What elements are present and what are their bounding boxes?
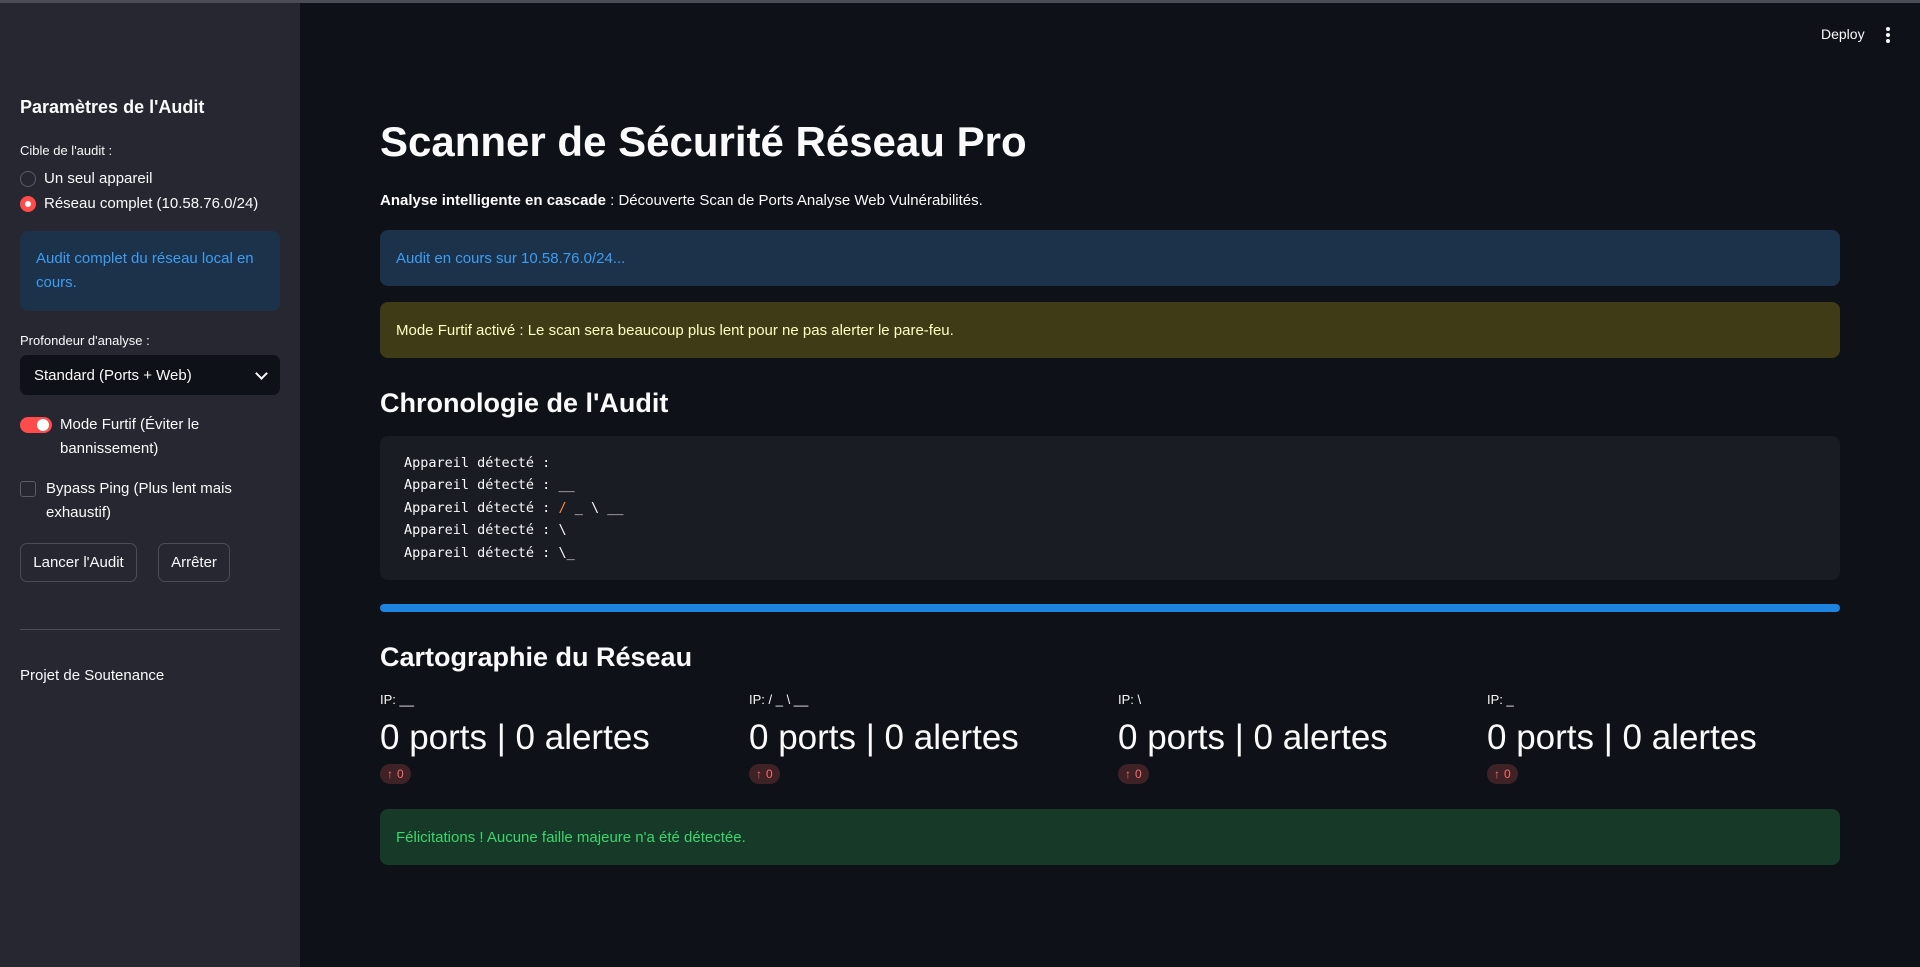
bypass-ping-label: Bypass Ping (Plus lent mais exhaustif) bbox=[46, 480, 232, 521]
host-metric: IP: __ 0 ports | 0 alertes ↑ 0 bbox=[380, 692, 740, 784]
bypass-ping-checkbox[interactable] bbox=[20, 481, 36, 497]
metric-delta-badge: ↑ 0 bbox=[1118, 764, 1149, 784]
sidebar-info-alert: Audit complet du réseau local en cours. bbox=[20, 231, 280, 311]
metric-delta-badge: ↑ 0 bbox=[380, 764, 411, 784]
arrow-up-icon: ↑ bbox=[756, 767, 762, 781]
log-line: Appareil détecté : \_ bbox=[404, 544, 575, 561]
progress-fill bbox=[380, 604, 1840, 612]
info-alert: Audit en cours sur 10.58.76.0/24... bbox=[380, 230, 1840, 286]
stop-button[interactable]: Arrêter bbox=[158, 543, 230, 582]
sidebar: Paramètres de l'Audit Cible de l'audit :… bbox=[0, 3, 300, 967]
deploy-button[interactable]: Deploy bbox=[1821, 26, 1865, 42]
log-line: Appareil détecté : \ bbox=[404, 522, 567, 539]
metric-value: 0 ports | 0 alertes bbox=[749, 718, 1019, 757]
stealth-toggle[interactable] bbox=[20, 417, 52, 433]
host-metric: IP: / _ \ __ 0 ports | 0 alertes ↑ 0 bbox=[749, 692, 1109, 784]
chevron-down-icon bbox=[255, 366, 268, 380]
sidebar-divider bbox=[20, 629, 280, 630]
metric-delta-badge: ↑ 0 bbox=[1487, 764, 1518, 784]
kebab-menu-icon[interactable] bbox=[1886, 27, 1890, 45]
log-line: Appareil détecté : bbox=[404, 455, 551, 471]
metric-value: 0 ports | 0 alertes bbox=[380, 718, 650, 757]
radio-circle-selected[interactable] bbox=[20, 195, 36, 212]
timeline-heading: Chronologie de l'Audit bbox=[380, 388, 669, 418]
map-heading: Cartographie du Réseau bbox=[380, 642, 693, 672]
radio-full-network[interactable]: Réseau complet (10.58.76.0/24) bbox=[20, 195, 258, 212]
metric-value: 0 ports | 0 alertes bbox=[1118, 718, 1388, 757]
arrow-up-icon: ↑ bbox=[1125, 767, 1131, 781]
audit-log: Appareil détecté : Appareil détecté : __… bbox=[380, 436, 1840, 580]
page-title: Scanner de Sécurité Réseau Pro bbox=[380, 118, 1027, 165]
arrow-up-icon: ↑ bbox=[387, 767, 393, 781]
radio-single-device[interactable]: Un seul appareil bbox=[20, 170, 152, 187]
metric-ip-label: IP: _ bbox=[1487, 692, 1514, 707]
target-label: Cible de l'audit : bbox=[20, 143, 113, 158]
radio-circle[interactable] bbox=[20, 170, 36, 187]
metric-value: 0 ports | 0 alertes bbox=[1487, 718, 1757, 757]
host-metric: IP: \ 0 ports | 0 alertes ↑ 0 bbox=[1118, 692, 1478, 784]
arrow-up-icon: ↑ bbox=[1494, 767, 1500, 781]
radio-label: Réseau complet (10.58.76.0/24) bbox=[44, 195, 259, 212]
stealth-label: Mode Furtif (Éviter le bannissement) bbox=[60, 416, 200, 457]
sidebar-title: Paramètres de l'Audit bbox=[20, 97, 205, 117]
metric-ip-label: IP: \ bbox=[1118, 692, 1142, 707]
start-audit-button[interactable]: Lancer l'Audit bbox=[20, 543, 137, 582]
page-subtitle: Analyse intelligente en cascade : Découv… bbox=[380, 192, 983, 209]
subtitle-bold: Analyse intelligente en cascade bbox=[380, 192, 606, 209]
audit-progress-bar bbox=[380, 604, 1840, 612]
bypass-ping-row[interactable]: Bypass Ping (Plus lent mais exhaustif) bbox=[20, 477, 236, 525]
radio-label: Un seul appareil bbox=[44, 170, 153, 187]
warning-alert: Mode Furtif activé : Le scan sera beauco… bbox=[380, 302, 1840, 358]
log-line: Appareil détecté : / _ \ __ bbox=[404, 499, 624, 516]
log-line: Appareil détecté : __ bbox=[404, 477, 575, 494]
depth-select-value: Standard (Ports + Web) bbox=[34, 366, 192, 384]
subtitle-text: : Découverte Scan de Ports Analyse Web V… bbox=[605, 192, 983, 209]
sidebar-footer: Projet de Soutenance bbox=[20, 667, 165, 684]
metric-delta-badge: ↑ 0 bbox=[749, 764, 780, 784]
metric-ip-label: IP: / _ \ __ bbox=[749, 692, 809, 707]
stealth-toggle-row[interactable]: Mode Furtif (Éviter le bannissement) bbox=[20, 413, 210, 461]
depth-label: Profondeur d'analyse : bbox=[20, 333, 150, 348]
metric-ip-label: IP: __ bbox=[380, 692, 414, 707]
success-alert: Félicitations ! Aucune faille majeure n'… bbox=[380, 809, 1840, 865]
depth-select[interactable]: Standard (Ports + Web) bbox=[20, 355, 280, 395]
host-metric: IP: _ 0 ports | 0 alertes ↑ 0 bbox=[1487, 692, 1847, 784]
